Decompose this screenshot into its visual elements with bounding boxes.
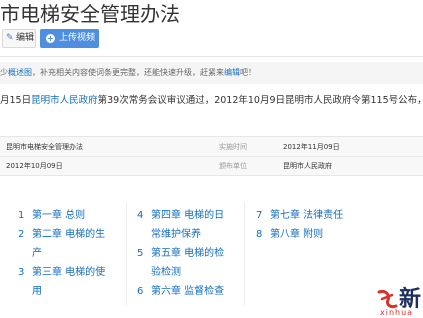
kunming-government-link[interactable]: 昆明市人民政府 bbox=[31, 95, 98, 106]
toc-item-number: 8 bbox=[256, 229, 263, 240]
info-issuer-value: 昆明市人民政府 bbox=[283, 162, 332, 170]
toc-item-number: 4 bbox=[137, 210, 144, 221]
toc-item-number: 3 bbox=[18, 267, 25, 278]
toc-item-title: 第八章 附则 bbox=[270, 229, 324, 240]
intro-text-start: 月15日 bbox=[0, 95, 32, 106]
notice-text-middle: ，补充相关内容使词条更完整，还能快速升级，赶紧来 bbox=[32, 68, 224, 77]
basic-info-box: 昆明市电梯安全管理办法 实施时间 2012年11月09日 2012年10月09日… bbox=[0, 136, 423, 176]
toc-column-divider bbox=[126, 202, 127, 306]
intro-text-rest: 第39次常务会议审议通过，2012年10月9日昆明市人民政府令第115号公布，自… bbox=[97, 95, 423, 106]
header-divider bbox=[0, 56, 423, 57]
notice-summary-link[interactable]: 概述图 bbox=[8, 68, 32, 77]
toc-item-title-continued: 用 bbox=[32, 286, 42, 297]
toc-item-number: 1 bbox=[18, 210, 25, 221]
page-title: 市电梯安全管理办法 bbox=[0, 2, 180, 26]
toc-item-number: 2 bbox=[18, 229, 25, 240]
toc-item-number: 7 bbox=[256, 210, 263, 221]
info-issuer-key: 颁布单位 bbox=[219, 162, 247, 170]
info-name-value: 昆明市电梯安全管理办法 bbox=[6, 143, 83, 151]
upload-video-button[interactable]: + 上传视频 bbox=[40, 29, 99, 48]
upload-video-button-label: 上传视频 bbox=[59, 33, 96, 43]
toc-item-title-continued: 产 bbox=[32, 248, 42, 259]
toc-item-title: 第六章 监督检查 bbox=[151, 286, 225, 297]
toc-item-title-continued: 常维护保养 bbox=[151, 229, 201, 240]
toc-item-title-continued: 验检测 bbox=[151, 267, 181, 278]
xinhua-watermark-logo: 新 xinhua bbox=[376, 287, 423, 318]
pencil-icon: ✎ bbox=[6, 33, 14, 43]
toc-item-title: 第七章 法律责任 bbox=[270, 210, 344, 221]
info-row-divider bbox=[0, 156, 423, 157]
watermark-url: xinhua bbox=[380, 308, 414, 317]
info-effective-date-value: 2012年11月09日 bbox=[283, 143, 340, 151]
toc-item-number: 5 bbox=[137, 248, 144, 259]
toc-item-title: 第五章 电梯的检 bbox=[151, 248, 225, 259]
notice-edit-link[interactable]: 编辑 bbox=[224, 68, 240, 77]
toc-item-title: 第四章 电梯的日 bbox=[151, 210, 225, 221]
edit-button[interactable]: ✎ 编辑 bbox=[2, 29, 36, 48]
toc-item-title: 第一章 总则 bbox=[32, 210, 86, 221]
notice-text-start: 少 bbox=[0, 68, 8, 77]
plus-circle-icon: + bbox=[46, 34, 55, 43]
notice-text-end: 吧！ bbox=[240, 68, 256, 77]
info-effective-date-key: 实施时间 bbox=[219, 143, 247, 151]
toc-column-divider bbox=[244, 202, 245, 306]
table-of-contents: 1 第一章 总则 2 第二章 电梯的生 产 3 第三章 电梯的使 用 4 第四章… bbox=[0, 198, 370, 314]
info-issue-date-value: 2012年10月09日 bbox=[6, 162, 63, 170]
toc-item-title: 第三章 电梯的使 bbox=[32, 267, 106, 278]
intro-paragraph: 月15日昆明市人民政府第39次常务会议审议通过，2012年10月9日昆明市人民政… bbox=[0, 94, 423, 108]
toc-item-number: 6 bbox=[137, 286, 144, 297]
toc-item-title: 第二章 电梯的生 bbox=[32, 229, 106, 240]
edit-button-label: 编辑 bbox=[16, 33, 35, 43]
edit-notice-bar: 少概述图，补充相关内容使词条更完整，还能快速升级，赶紧来编辑吧！ bbox=[0, 62, 423, 84]
